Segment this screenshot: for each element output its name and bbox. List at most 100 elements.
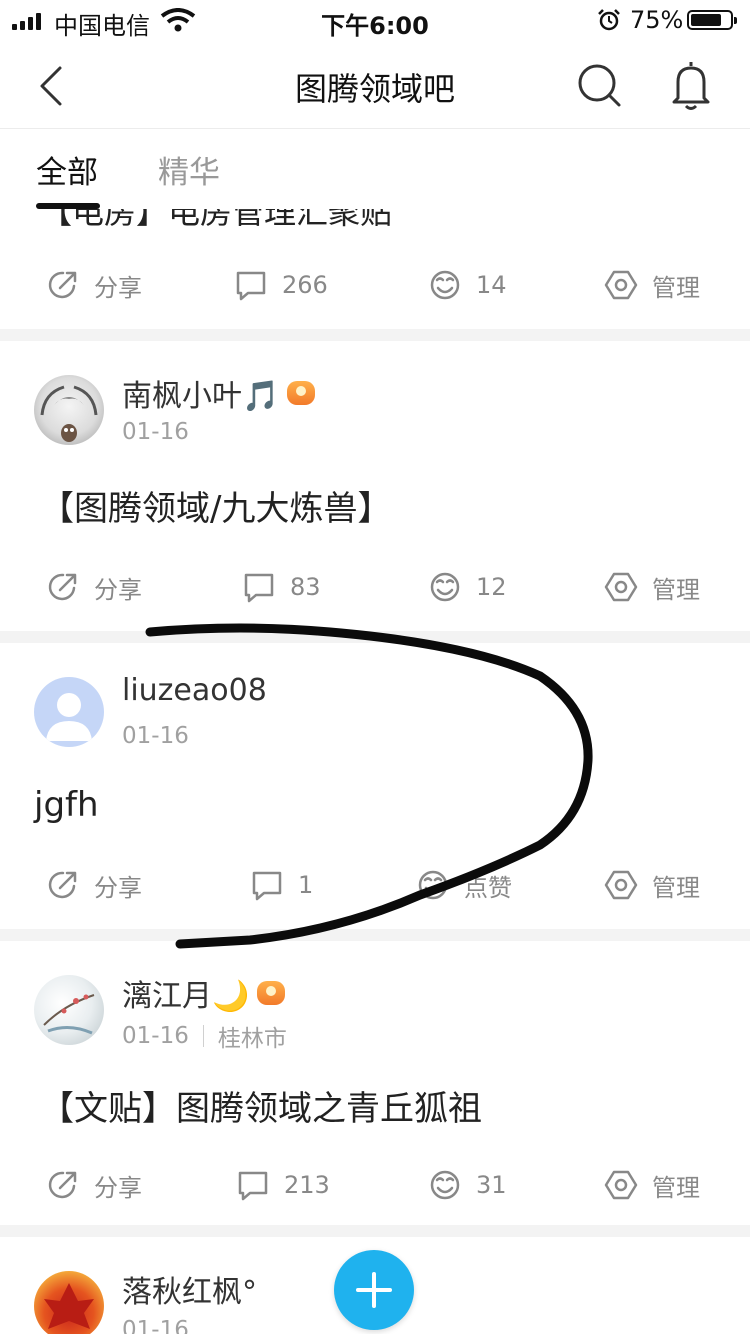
card-separator	[0, 929, 750, 941]
avatar[interactable]	[34, 975, 104, 1045]
username[interactable]: 落秋红枫°	[122, 1267, 257, 1311]
battery-percentage: 75%	[630, 6, 684, 34]
page-title: 图腾领域吧	[294, 70, 455, 108]
default-avatar-icon	[46, 693, 92, 741]
post-actions: 分享 213 31 管理	[0, 1155, 750, 1215]
status-bar: 中国电信 下午6:00 75%	[0, 0, 750, 42]
post-date: 01-16	[122, 723, 189, 749]
manage-button[interactable]: 管理	[604, 557, 700, 617]
card-separator	[0, 329, 750, 341]
username-row: 南枫小叶🎵	[122, 371, 316, 415]
post-actions: 分享 83 12 管理	[0, 557, 750, 617]
manage-button[interactable]: 管理	[604, 1155, 700, 1215]
manage-button[interactable]: 管理	[604, 855, 700, 915]
post-location: 桂林市	[217, 1026, 287, 1052]
post-feed[interactable]: 【电房】电房管理汇聚贴 分享 266 14 管理 南枫小叶🎵 01-16 【图腾…	[0, 209, 750, 1334]
tab-all[interactable]: 全部	[36, 147, 98, 192]
post-card-clipped[interactable]: 【电房】电房管理汇聚贴 分享 266 14 管理	[0, 209, 750, 329]
avatar-image	[40, 385, 98, 442]
like-button[interactable]: 点赞	[416, 855, 512, 915]
post-date: 01-16	[122, 419, 189, 445]
post-title[interactable]: 【图腾领域/九大炼兽】	[40, 481, 391, 530]
post-meta: 01-16	[122, 723, 189, 749]
post-meta: 01-16	[122, 1317, 189, 1334]
card-separator	[0, 631, 750, 643]
alarm-icon	[598, 9, 620, 31]
tab-bar: 全部 精华	[0, 129, 750, 209]
username[interactable]: 漓江月🌙	[122, 971, 249, 1015]
share-icon	[48, 573, 77, 601]
like-count: 12	[476, 573, 507, 601]
post-date: 01-16	[122, 1317, 189, 1334]
post-title[interactable]: 【文贴】图腾领域之青丘狐祖	[40, 1081, 482, 1130]
manage-label: 管理	[652, 273, 700, 302]
manage-label: 管理	[652, 1173, 700, 1202]
post-actions: 分享 1 点赞 管理	[0, 855, 750, 915]
comment-button[interactable]: 1	[250, 855, 313, 915]
comment-button[interactable]: 213	[236, 1155, 330, 1215]
post-title: 【电房】电房管理汇聚贴	[40, 209, 393, 231]
like-icon	[430, 572, 460, 602]
comment-icon	[252, 871, 282, 901]
username-row: 落秋红枫°	[122, 1267, 257, 1311]
tab-active-indicator	[36, 203, 100, 209]
avatar[interactable]	[34, 375, 104, 445]
share-icon	[48, 1171, 77, 1199]
like-icon	[418, 870, 448, 900]
comment-button[interactable]: 266	[234, 255, 328, 315]
post-card[interactable]: 漓江月🌙 01-16 桂林市 【文贴】图腾领域之青丘狐祖 分享 213 31 管…	[0, 941, 750, 1225]
username[interactable]: 南枫小叶🎵	[122, 371, 279, 415]
like-count: 31	[476, 1171, 507, 1199]
battery-icon	[687, 10, 737, 30]
comment-count: 266	[282, 271, 328, 299]
post-card[interactable]: liuzeao08 01-16 jgfh 分享 1 点赞 管理	[0, 643, 750, 929]
avatar[interactable]	[34, 1271, 104, 1334]
username-row: 漓江月🌙	[122, 971, 286, 1015]
bell-icon[interactable]	[666, 58, 716, 112]
avatar[interactable]	[34, 677, 104, 747]
like-button[interactable]: 31	[428, 1155, 507, 1215]
like-count: 14	[476, 271, 507, 299]
avatar-image	[43, 994, 95, 1035]
post-actions: 分享 266 14 管理	[0, 255, 750, 315]
card-separator	[0, 1225, 750, 1237]
manage-icon	[604, 870, 638, 900]
search-icon[interactable]	[574, 60, 624, 110]
comment-button[interactable]: 83	[242, 557, 321, 617]
comment-icon	[236, 271, 266, 301]
comment-count: 1	[298, 871, 314, 899]
post-meta: 01-16 桂林市	[122, 1019, 287, 1053]
manage-label: 管理	[652, 575, 700, 604]
post-card[interactable]: 南枫小叶🎵 01-16 【图腾领域/九大炼兽】 分享 83 12 管理	[0, 341, 750, 631]
share-button[interactable]: 分享	[46, 1155, 142, 1215]
manage-icon	[604, 270, 638, 300]
manage-button[interactable]: 管理	[604, 255, 700, 315]
share-label: 分享	[94, 873, 142, 902]
level-badge-icon	[287, 381, 316, 405]
share-button[interactable]: 分享	[46, 255, 142, 315]
share-button[interactable]: 分享	[46, 557, 142, 617]
comment-count: 213	[284, 1171, 330, 1199]
manage-label: 管理	[652, 873, 700, 902]
create-post-button[interactable]	[334, 1250, 414, 1330]
share-icon	[48, 871, 77, 899]
username-row: liuzeao08	[122, 673, 267, 708]
share-label: 分享	[94, 1173, 142, 1202]
comment-icon	[238, 1171, 268, 1201]
share-button[interactable]: 分享	[46, 855, 142, 915]
share-icon	[48, 271, 77, 299]
tab-featured[interactable]: 精华	[158, 147, 220, 192]
manage-icon	[604, 572, 638, 602]
share-label: 分享	[94, 575, 142, 604]
nav-bar: 图腾领域吧	[0, 42, 750, 129]
like-button[interactable]: 12	[428, 557, 507, 617]
comment-count: 83	[290, 573, 321, 601]
like-label: 点赞	[464, 873, 512, 902]
post-title[interactable]: jgfh	[34, 785, 99, 825]
manage-icon	[604, 1170, 638, 1200]
meta-divider	[202, 1025, 204, 1047]
share-label: 分享	[94, 273, 142, 302]
like-button[interactable]: 14	[428, 255, 507, 315]
like-icon	[430, 270, 460, 300]
username[interactable]: liuzeao08	[122, 673, 267, 708]
